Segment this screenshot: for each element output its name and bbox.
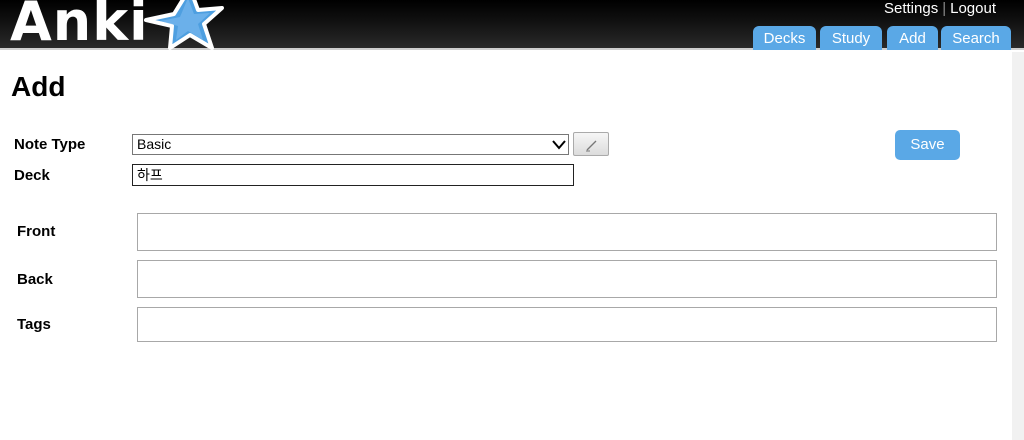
deck-label: Deck xyxy=(14,167,50,184)
note-type-value: Basic xyxy=(137,136,172,152)
tags-field[interactable] xyxy=(137,307,997,342)
tab-decks[interactable]: Decks xyxy=(753,26,816,50)
save-button[interactable]: Save xyxy=(895,130,960,160)
front-label: Front xyxy=(17,223,56,240)
tab-search[interactable]: Search xyxy=(941,26,1011,50)
pencil-icon xyxy=(586,140,597,152)
page-title: Add xyxy=(11,71,66,102)
deck-input[interactable]: 하프 xyxy=(132,164,574,186)
vertical-scrollbar[interactable] xyxy=(1012,52,1024,440)
link-separator: | xyxy=(942,0,947,17)
back-field[interactable] xyxy=(137,260,997,298)
header-bar: Anki Settings | Logout Decks Study Add Sea… xyxy=(0,0,1024,53)
chevron-down-icon xyxy=(552,140,566,150)
top-links: Settings | Logout xyxy=(884,0,996,18)
back-label: Back xyxy=(17,271,53,288)
settings-link[interactable]: Settings xyxy=(884,0,938,17)
tab-study[interactable]: Study xyxy=(820,26,882,50)
logout-link[interactable]: Logout xyxy=(950,0,996,17)
note-type-label: Note Type xyxy=(14,136,86,153)
edit-note-type-button[interactable] xyxy=(573,132,609,156)
tags-label: Tags xyxy=(17,316,51,333)
app-logo-text: Anki xyxy=(10,0,149,53)
tab-add[interactable]: Add xyxy=(887,26,938,50)
front-field[interactable] xyxy=(137,213,997,251)
star-logo-icon xyxy=(144,0,224,50)
note-type-select[interactable]: Basic xyxy=(132,134,569,155)
